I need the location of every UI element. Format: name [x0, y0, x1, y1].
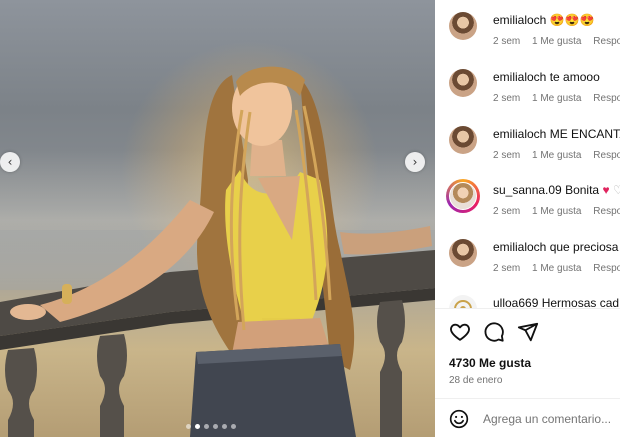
comment-meta: 2 sem 1 Me gusta Responder: [493, 206, 620, 217]
post-date: 28 de enero: [449, 375, 503, 386]
comment-meta: 2 sem 1 Me gusta Responder: [493, 36, 620, 47]
comment-time: 2 sem: [493, 36, 521, 47]
carousel-dot: [204, 424, 209, 429]
comment-likes[interactable]: 1 Me gusta: [532, 93, 581, 104]
comment-text-line: emilialoch 😍😍😍: [493, 13, 595, 27]
comment-time: 2 sem: [493, 93, 521, 104]
carousel-dot: [222, 424, 227, 429]
comment-text-line: emilialoch ME ENCANTA: [493, 127, 620, 141]
comment-item: emilialoch que preciosa 2 sem 1 Me gusta…: [435, 227, 620, 281]
comment-time: 2 sem: [493, 150, 521, 161]
comment-time: 2 sem: [493, 263, 521, 274]
avatar[interactable]: [449, 239, 477, 267]
avatar[interactable]: [449, 12, 477, 40]
carousel-dot: [195, 424, 200, 429]
comment-item: su_sanna.09 Bonita ♥ ♡ 2 sem 1 Me gusta …: [435, 170, 620, 224]
comment-text-line: emilialoch que preciosa: [493, 240, 618, 254]
comment-body: 😍😍😍: [549, 13, 595, 27]
post-photo: ‹ ›: [0, 0, 435, 437]
comment-meta: 2 sem 1 Me gusta Responder: [493, 150, 620, 161]
comment-input[interactable]: [483, 412, 620, 426]
comment-username[interactable]: su_sanna.09: [493, 183, 562, 197]
chevron-left-icon: ‹: [7, 155, 13, 169]
comment-time: 2 sem: [493, 206, 521, 217]
share-icon[interactable]: [517, 321, 539, 343]
comment-reply[interactable]: Responder: [593, 206, 620, 217]
avatar: [449, 182, 477, 210]
comment-likes[interactable]: 1 Me gusta: [532, 263, 581, 274]
comment-reply[interactable]: Responder: [593, 36, 620, 47]
avatar[interactable]: [449, 69, 477, 97]
comment-item: emilialoch te amooo 2 sem 1 Me gusta Res…: [435, 57, 620, 111]
comment-text-line: su_sanna.09 Bonita ♥ ♡: [493, 183, 620, 197]
comment-body: te amooo: [549, 70, 600, 84]
carousel-next-button[interactable]: ›: [405, 152, 425, 172]
add-comment-bar: [435, 398, 620, 437]
carousel-dot: [231, 424, 236, 429]
red-heart-emoji-icon: ♥: [602, 183, 610, 197]
comment-reply[interactable]: Responder: [593, 263, 620, 274]
comment-username[interactable]: emilialoch: [493, 127, 546, 141]
comment-text-line: emilialoch te amooo: [493, 70, 600, 84]
comment-reply[interactable]: Responder: [593, 93, 620, 104]
photo-illustration: [0, 66, 435, 437]
comment-likes[interactable]: 1 Me gusta: [532, 36, 581, 47]
comment-meta: 2 sem 1 Me gusta Responder: [493, 93, 620, 104]
avatar-story-ring[interactable]: [446, 179, 480, 213]
comment-item: emilialoch ME ENCANTA 2 sem 1 Me gusta R…: [435, 114, 620, 168]
comment-username[interactable]: emilialoch: [493, 240, 546, 254]
heart-icon[interactable]: [449, 321, 471, 343]
comment-username[interactable]: emilialoch: [493, 13, 546, 27]
carousel-dot: [213, 424, 218, 429]
emoji-icon[interactable]: [449, 409, 469, 429]
comment-username[interactable]: emilialoch: [493, 70, 546, 84]
carousel-dot: [186, 424, 191, 429]
comment-meta: 2 sem 1 Me gusta Responder: [493, 263, 620, 274]
chevron-right-icon: ›: [412, 155, 418, 169]
comment-item: emilialoch 😍😍😍 2 sem 1 Me gusta Responde…: [435, 0, 620, 54]
comments-panel: emilialoch 😍😍😍 2 sem 1 Me gusta Responde…: [435, 0, 620, 437]
comment-reply[interactable]: Responder: [593, 150, 620, 161]
carousel-dots: [186, 424, 236, 429]
comment-body: que preciosa: [549, 240, 619, 254]
comment-likes[interactable]: 1 Me gusta: [532, 206, 581, 217]
comment-body: ME ENCANTA: [549, 127, 620, 141]
comment-body: Bonita: [565, 183, 600, 197]
avatar[interactable]: [449, 126, 477, 154]
comment-icon[interactable]: [483, 321, 505, 343]
carousel-prev-button[interactable]: ‹: [0, 152, 20, 172]
comment-like-heart-icon[interactable]: ♡: [613, 183, 620, 197]
likes-count[interactable]: 4730 Me gusta: [449, 356, 531, 370]
comment-likes[interactable]: 1 Me gusta: [532, 150, 581, 161]
post-actions: 4730 Me gusta 28 de enero: [435, 308, 620, 437]
